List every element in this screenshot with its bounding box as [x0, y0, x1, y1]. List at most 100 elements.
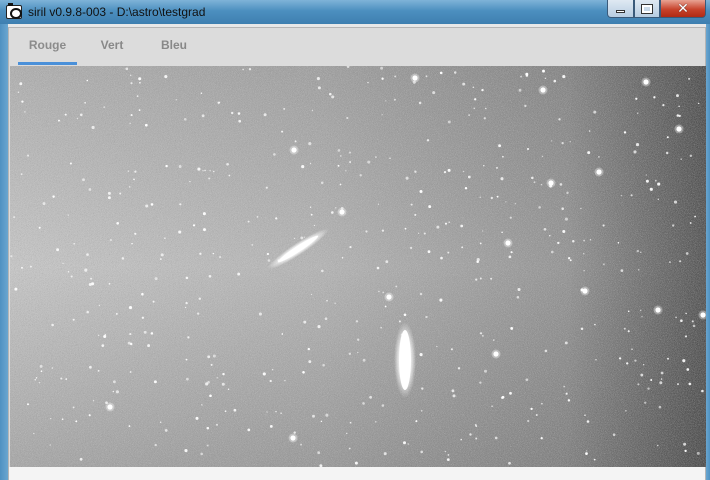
star	[564, 341, 568, 345]
star	[595, 359, 597, 361]
star	[409, 246, 413, 250]
star	[567, 399, 571, 402]
star	[421, 387, 424, 390]
title-bar[interactable]: siril v0.9.8-003 - D:\astro\testgrad ✕	[0, 0, 710, 24]
star	[467, 175, 471, 179]
star	[472, 86, 475, 89]
star	[564, 217, 568, 221]
star	[666, 136, 669, 139]
star	[468, 114, 470, 116]
star	[684, 449, 687, 453]
star	[492, 339, 495, 341]
star	[185, 276, 189, 280]
star	[402, 441, 407, 445]
star	[141, 292, 144, 296]
minimize-button[interactable]	[607, 0, 634, 18]
star	[386, 294, 392, 300]
star	[303, 236, 306, 238]
star	[178, 230, 182, 234]
star	[389, 157, 391, 159]
star	[237, 112, 241, 115]
star	[645, 179, 649, 183]
star	[620, 194, 623, 197]
maximize-icon	[641, 3, 653, 14]
star	[251, 243, 254, 246]
star	[199, 252, 202, 255]
star	[494, 436, 498, 440]
star	[446, 458, 450, 461]
star	[502, 155, 504, 158]
tab-vert[interactable]: Vert	[89, 38, 135, 64]
star	[453, 71, 457, 74]
close-button[interactable]: ✕	[660, 0, 706, 18]
star	[436, 225, 440, 229]
star	[654, 179, 657, 182]
star	[247, 220, 250, 223]
star	[256, 216, 259, 218]
star	[551, 140, 553, 142]
star	[164, 429, 168, 432]
star	[696, 451, 700, 455]
star	[525, 378, 529, 382]
star	[348, 151, 352, 154]
star	[383, 452, 387, 456]
star	[204, 169, 206, 172]
star	[636, 112, 639, 114]
star	[451, 389, 455, 393]
star	[541, 155, 544, 158]
star	[689, 154, 693, 157]
star	[134, 232, 137, 235]
tab-bleu[interactable]: Bleu	[149, 38, 199, 64]
image-view[interactable]	[10, 66, 706, 467]
star	[668, 261, 671, 264]
star	[212, 170, 215, 173]
star	[210, 363, 213, 366]
client-area: Rouge Vert Bleu	[8, 24, 706, 480]
star	[212, 252, 215, 255]
star	[475, 278, 478, 281]
star	[302, 370, 305, 374]
star	[675, 316, 677, 318]
maximize-button[interactable]	[634, 0, 660, 18]
star	[267, 259, 271, 262]
star	[460, 224, 464, 228]
star	[354, 461, 358, 465]
star	[586, 450, 588, 452]
star	[688, 77, 691, 80]
star	[326, 299, 328, 302]
star	[349, 161, 352, 163]
star	[70, 275, 73, 278]
star	[403, 313, 407, 317]
star	[637, 383, 640, 386]
star	[91, 125, 95, 130]
star	[221, 382, 225, 386]
star	[423, 232, 426, 235]
star	[439, 298, 443, 302]
star	[300, 236, 304, 240]
camera-icon[interactable]	[6, 3, 22, 19]
star	[226, 162, 229, 166]
star	[498, 144, 502, 148]
star	[130, 74, 132, 76]
star	[107, 191, 111, 195]
tab-rouge[interactable]: Rouge	[18, 38, 77, 65]
star	[150, 332, 154, 335]
star	[665, 151, 669, 155]
star	[56, 248, 60, 252]
star	[62, 262, 64, 264]
star	[130, 114, 133, 117]
star	[462, 82, 466, 86]
star	[381, 229, 385, 232]
star	[385, 100, 387, 102]
star	[269, 379, 272, 383]
star	[98, 334, 100, 336]
star	[694, 215, 696, 218]
star	[129, 371, 132, 373]
star	[79, 113, 83, 117]
star	[337, 164, 340, 167]
star	[672, 224, 675, 227]
star	[115, 390, 119, 394]
star	[67, 270, 70, 273]
star	[450, 348, 453, 351]
star	[533, 181, 536, 184]
